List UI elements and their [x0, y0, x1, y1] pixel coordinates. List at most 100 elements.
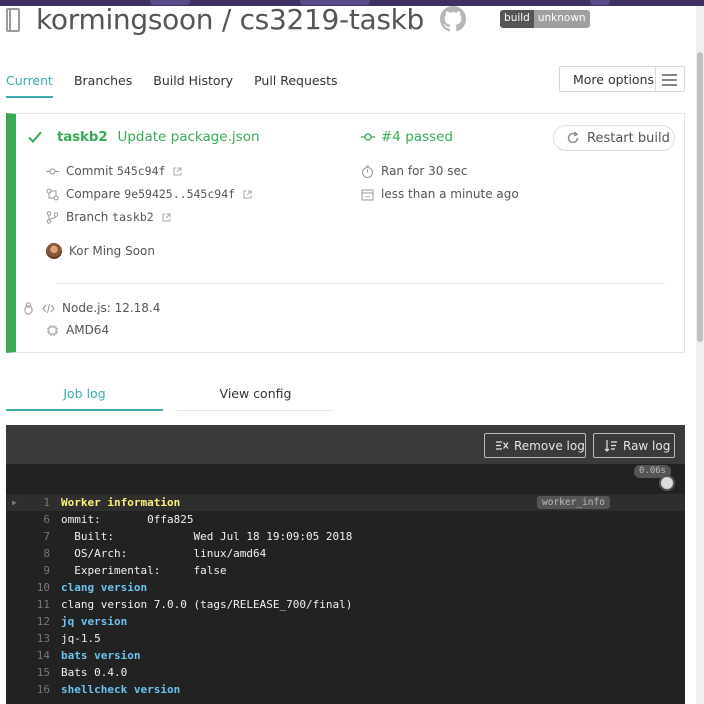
finished-row: less than a minute ago	[361, 187, 519, 201]
raw-log-icon	[604, 440, 617, 452]
tab-indicator	[590, 0, 610, 5]
log-line-number[interactable]: 9	[20, 562, 50, 579]
linux-penguin-icon	[24, 301, 33, 315]
log-line-number[interactable]: 14	[20, 647, 50, 664]
page-scrollbar[interactable]	[696, 6, 704, 704]
log-line: 6 ommit: 0ffa825	[6, 511, 685, 528]
restart-icon	[567, 131, 579, 144]
log-line-number[interactable]: 1	[20, 494, 50, 511]
github-icon[interactable]	[440, 6, 467, 32]
commit-row[interactable]: Commit 545c94f	[46, 164, 182, 178]
external-link-icon[interactable]	[162, 213, 171, 222]
log-scroll-handle[interactable]	[659, 475, 675, 491]
log-line-text: Bats 0.4.0	[61, 666, 128, 679]
author-name: Kor Ming Soon	[69, 244, 155, 258]
log-line-number[interactable]: 16	[20, 681, 50, 698]
compare-row[interactable]: Compare 9e59425..545c94f	[46, 187, 252, 201]
branch-row[interactable]: Branch taskb2	[46, 210, 171, 224]
log-line-number[interactable]: 8	[20, 545, 50, 562]
external-link-icon[interactable]	[243, 190, 252, 199]
log-line-text: Experimental: false	[61, 564, 227, 577]
tab-job-log[interactable]: Job log	[6, 380, 163, 411]
duration-row: Ran for 30 sec	[361, 164, 467, 178]
duration-text: Ran for 30 sec	[381, 164, 468, 178]
log-line-number[interactable]: 13	[20, 630, 50, 647]
remove-log-button[interactable]: Remove log	[484, 433, 586, 458]
author-avatar	[46, 243, 62, 259]
restart-build-label: Restart build	[587, 130, 670, 146]
commit-message[interactable]: Update package.json	[117, 129, 259, 145]
remove-log-icon	[496, 441, 509, 450]
stopwatch-icon	[362, 165, 373, 178]
fold-name-tag: worker_info	[537, 496, 610, 509]
log-fold-header[interactable]: ▶ 1 Worker information worker_info	[6, 494, 685, 511]
tab-pull-requests[interactable]: Pull Requests	[254, 66, 337, 98]
log-line-text: clang version 7.0.0 (tags/RELEASE_700/fi…	[61, 598, 353, 611]
log-line: 13 jq-1.5	[6, 630, 685, 647]
tab-current[interactable]: Current	[6, 66, 53, 98]
repo-title[interactable]: kormingsoon / cs3219-taskb	[36, 3, 424, 36]
commit-icon	[46, 167, 59, 175]
log-line: 8 OS/Arch: linux/amd64	[6, 545, 685, 562]
build-status-badge[interactable]: build unknown	[500, 10, 590, 28]
commit-label: Commit	[66, 164, 114, 178]
hamburger-menu-icon	[656, 67, 684, 91]
log-line: 16 shellcheck version	[6, 681, 685, 698]
scrollbar-thumb[interactable]	[697, 52, 703, 342]
log-line-number[interactable]: 15	[20, 664, 50, 681]
badge-right-label: unknown	[533, 10, 590, 28]
badge-left-label: build	[500, 10, 534, 28]
compare-range: 9e59425..545c94f	[124, 187, 236, 201]
log-line-number[interactable]: 12	[20, 613, 50, 630]
restart-build-button[interactable]: Restart build	[553, 125, 675, 151]
repo-book-icon	[4, 5, 22, 33]
language-text: Node.js: 12.18.4	[62, 301, 161, 315]
raw-log-label: Raw log	[623, 438, 671, 453]
commit-node-icon	[361, 133, 375, 141]
tab-branches[interactable]: Branches	[74, 66, 132, 98]
commit-sha: 545c94f	[116, 164, 166, 178]
tab-view-config[interactable]: View config	[177, 380, 334, 411]
log-line-text: jq version	[61, 615, 128, 628]
log-line-text: Worker information	[61, 496, 181, 509]
log-line: 11 clang version 7.0.0 (tags/RELEASE_700/…	[6, 596, 685, 613]
code-brackets-icon	[42, 303, 55, 313]
log-line-text: OS/Arch: linux/amd64	[61, 547, 267, 560]
tab-build-history[interactable]: Build History	[153, 66, 233, 98]
log-line: 7 Built: Wed Jul 18 19:09:05 2018	[6, 528, 685, 545]
card-divider	[56, 283, 665, 284]
log-line-number[interactable]: 10	[20, 579, 50, 596]
log-line-text: bats version	[61, 649, 141, 662]
job-tabs: Job log View config	[6, 380, 336, 412]
more-options-button[interactable]: More options	[559, 66, 685, 92]
build-branch-link[interactable]: taskb2	[57, 129, 108, 145]
log-line-number[interactable]: 6	[20, 511, 50, 528]
fold-caret-icon[interactable]: ▶	[12, 494, 17, 511]
log-line-text: clang version	[61, 581, 148, 594]
log-line: 9 Experimental: false	[6, 562, 685, 579]
repo-tabs: Current Branches Build History Pull Requ…	[6, 66, 359, 98]
log-line-number[interactable]: 11	[20, 596, 50, 613]
log-line-text: jq-1.5	[61, 632, 101, 645]
raw-log-button[interactable]: Raw log	[593, 433, 675, 458]
cpu-chip-icon	[47, 324, 58, 336]
more-options-label: More options	[573, 71, 654, 87]
log-line-number[interactable]: 7	[20, 528, 50, 545]
build-status-row: taskb2 Update package.json	[28, 129, 260, 145]
log-line: 12 jq version	[6, 613, 685, 630]
compare-label: Compare	[66, 187, 121, 201]
log-line-text: ommit: 0ffa825	[61, 513, 194, 526]
calendar-icon	[361, 189, 374, 200]
arch-text: AMD64	[66, 323, 110, 337]
author-row: Kor Ming Soon	[46, 243, 155, 259]
external-link-icon[interactable]	[173, 167, 182, 176]
log-line: 15 Bats 0.4.0	[6, 664, 685, 681]
branch-label: Branch	[66, 210, 109, 224]
build-number[interactable]: #4 passed	[361, 129, 453, 145]
finished-text: less than a minute ago	[381, 187, 519, 201]
check-icon	[28, 131, 42, 143]
log-line: 10 clang version	[6, 579, 685, 596]
branch-icon	[46, 210, 59, 224]
log-line-text: Built: Wed Jul 18 19:09:05 2018	[61, 530, 353, 543]
log-line-text: shellcheck version	[61, 683, 181, 696]
